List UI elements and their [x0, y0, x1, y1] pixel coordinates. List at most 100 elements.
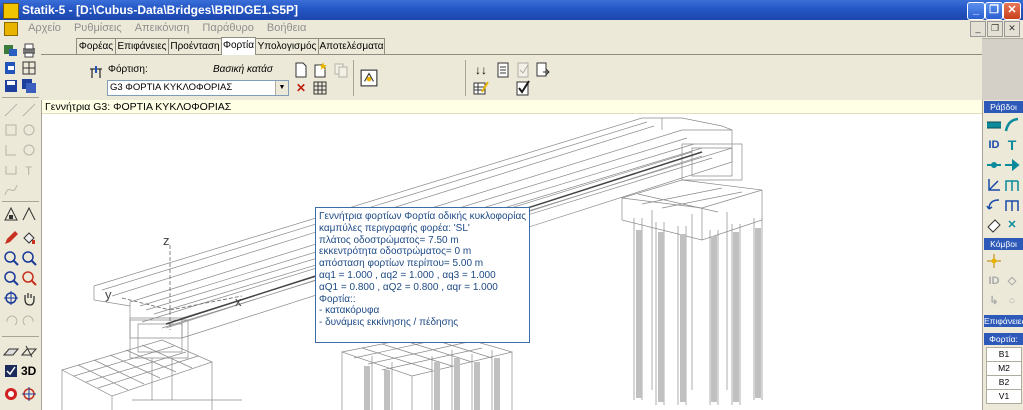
tab-loads[interactable]: Φορτία	[221, 37, 256, 55]
dimension-tool-icon	[5, 166, 17, 175]
doc-restore-button[interactable]: ❐	[987, 21, 1003, 37]
export-icon[interactable]	[535, 62, 551, 78]
new-file-icon[interactable]	[3, 60, 19, 76]
node-axis-icon: ↳	[989, 295, 999, 307]
tooltip-line: Φορτία::	[319, 293, 356, 305]
load-item[interactable]: V1	[986, 389, 1022, 404]
close-button[interactable]: ✕	[1003, 2, 1021, 20]
checkbox-view-icon[interactable]	[3, 363, 19, 379]
loading-select[interactable]: G3 ΦΟΡΤΙΑ ΚΥΚΛΟΦΟΡΙΑΣ ▼	[107, 80, 289, 96]
menu-settings[interactable]: Ρυθμίσεις	[69, 20, 127, 36]
tab-analysis[interactable]: Υπολογισμός	[255, 38, 319, 54]
menu-view[interactable]: Απεικόνιση	[130, 20, 195, 36]
tooltip-line: Γεννήτρια φορτίων Φορτία οδικής κυκλοφορ…	[319, 211, 527, 222]
window-title: Statik-5 - [D:\Cubus-Data\Bridges\BRIDGE…	[22, 3, 299, 17]
select-node-icon[interactable]	[3, 206, 19, 222]
sort-arrows-icon[interactable]: ↓↓	[473, 62, 489, 78]
view-3d-button[interactable]: 3D	[21, 363, 39, 379]
edit-table-icon[interactable]	[473, 80, 489, 96]
light-icon[interactable]	[3, 386, 19, 402]
new-load-star-icon[interactable]	[312, 62, 328, 78]
orbit-icon[interactable]	[21, 386, 37, 402]
save-all-icon[interactable]	[21, 78, 37, 94]
section-members[interactable]: Ράβδοι	[984, 101, 1023, 113]
section-t-icon[interactable]: T	[1004, 137, 1020, 153]
doc-close-button[interactable]: ✕	[1004, 21, 1020, 37]
rotate-icon[interactable]	[3, 290, 19, 306]
tab-surfaces[interactable]: Επιφάνειες	[115, 38, 169, 54]
print-icon[interactable]	[21, 42, 37, 58]
app-icon	[3, 3, 19, 19]
node-circle-icon: ○	[1008, 295, 1016, 307]
save-icon[interactable]	[3, 78, 19, 94]
tab-results[interactable]: Αποτελέσματα	[318, 38, 385, 54]
copy-load-icon	[334, 63, 348, 78]
pan-hand-icon[interactable]	[21, 290, 37, 306]
member-id-icon[interactable]: ID	[986, 137, 1002, 153]
beam-icon[interactable]	[986, 117, 1002, 133]
node-icon[interactable]	[986, 253, 1002, 269]
menu-window[interactable]: Παράθυρο	[197, 20, 258, 36]
select-member-icon[interactable]	[21, 206, 37, 222]
curved-beam-icon[interactable]	[1004, 117, 1020, 133]
rotate-member-icon[interactable]	[986, 197, 1002, 213]
section-view-icon[interactable]	[21, 343, 37, 359]
zoom-window-icon[interactable]	[21, 250, 37, 266]
line-tool-icon	[4, 103, 18, 117]
portal-icon[interactable]	[1004, 197, 1020, 213]
loading-hint: Βασική κατάσ	[213, 64, 273, 75]
loading-label: Φόρτιση:	[108, 64, 148, 75]
section-loads[interactable]: Φορτία:	[984, 333, 1023, 345]
minimize-button[interactable]: _	[967, 2, 985, 20]
axis-z-label: z	[163, 233, 170, 248]
menu-help[interactable]: Βοήθεια	[262, 20, 311, 36]
table-icon[interactable]	[312, 80, 328, 96]
zoom-in-icon[interactable]	[3, 250, 19, 266]
fill-icon[interactable]	[21, 230, 37, 246]
grid-icon[interactable]	[21, 60, 37, 76]
plane-view-icon[interactable]	[3, 343, 19, 359]
delete-member-icon[interactable]: ✕	[1004, 217, 1020, 233]
load-item[interactable]: B2	[986, 375, 1022, 390]
svg-text:T: T	[25, 164, 33, 178]
zoom-all-icon[interactable]	[21, 270, 37, 286]
frame-icon[interactable]	[1004, 177, 1020, 193]
tooltip-line: αq1 = 1.000 , αq2 = 1.000 , αq3 = 1.000	[319, 269, 496, 281]
node-id-icon: ID	[988, 275, 1000, 287]
eraser-icon[interactable]	[986, 217, 1002, 233]
document-list-icon[interactable]	[495, 62, 511, 78]
section-nodes[interactable]: Κόμβοι	[984, 238, 1023, 250]
arrow-right-icon[interactable]	[1004, 157, 1020, 173]
delete-icon[interactable]: ✕	[293, 80, 309, 96]
structure-icon[interactable]	[3, 42, 19, 58]
tooltip-line: πλάτος οδοστρώματος= 7.50 m	[319, 234, 459, 246]
menu-bar: Αρχείο Ρυθμίσεις Απεικόνιση Παράθυρο Βοή…	[0, 20, 1023, 39]
tooltip-line: - κατακόρυφα	[319, 305, 380, 317]
zoom-out-icon[interactable]	[3, 270, 19, 286]
node-pin-icon: ◇	[1007, 275, 1017, 287]
load-generator-tooltip: Γεννήτρια φορτίων Φορτία οδικής κυκλοφορ…	[315, 207, 530, 343]
tooltip-line: εκκεντρότητα οδοστρώματος= 0 m	[319, 246, 472, 258]
tooltip-line: αQ1 = 0.800 , αQ2 = 0.800 , αqr = 1.000	[319, 281, 498, 293]
menu-file[interactable]: Αρχείο	[23, 20, 66, 36]
split-node-icon[interactable]	[986, 157, 1002, 173]
text-tool-icon: T	[25, 164, 33, 178]
title-bar: Statik-5 - [D:\Cubus-Data\Bridges\BRIDGE…	[0, 0, 1023, 20]
load-generator-icon[interactable]	[360, 69, 378, 87]
doc-minimize-button[interactable]: _	[970, 21, 986, 37]
pencil-icon[interactable]	[3, 230, 19, 246]
circle-tool-icon	[23, 124, 35, 136]
load-item[interactable]: B1	[986, 347, 1022, 362]
section-surfaces[interactable]: Επιφάνειες	[984, 315, 1023, 327]
load-case-icon	[90, 66, 102, 78]
tab-structure[interactable]: Φορέας	[76, 38, 116, 54]
axis-system-icon[interactable]	[986, 177, 1002, 193]
chevron-down-icon[interactable]: ▼	[275, 81, 288, 95]
diagonal-tool-icon	[22, 103, 36, 117]
maximize-button[interactable]: ❐	[985, 2, 1003, 20]
load-item[interactable]: M2	[986, 361, 1022, 376]
new-load-icon[interactable]	[293, 62, 309, 78]
check-results-icon[interactable]	[515, 80, 531, 96]
drawing-canvas[interactable]: z y x Γεννήτρια G3: ΦΟΡΤΙΑ ΚΥΚΛΟΦΟΡΙΑΣ Γ…	[42, 100, 982, 410]
tab-prestress[interactable]: Προένταση	[168, 38, 222, 54]
